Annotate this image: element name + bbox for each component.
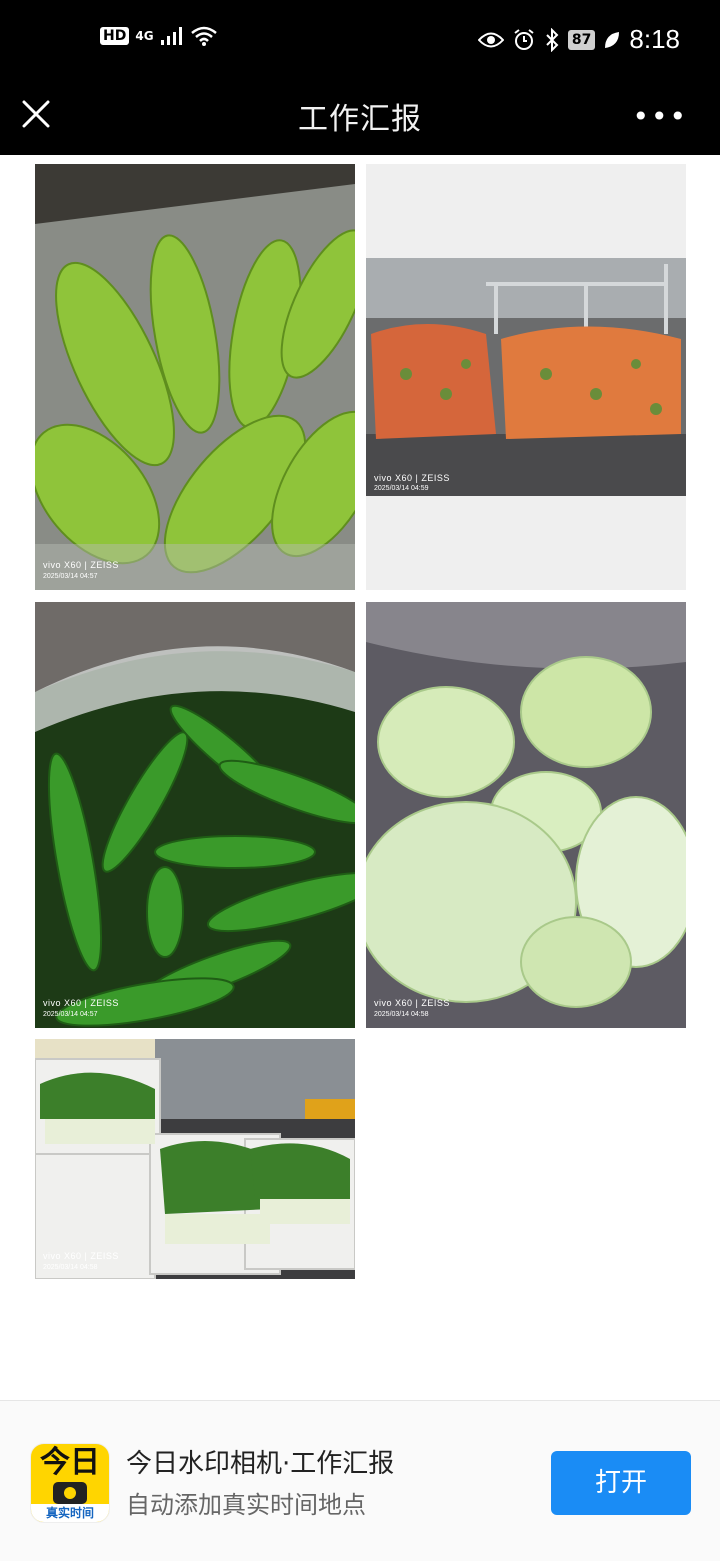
more-options-button[interactable]: •••	[632, 100, 688, 133]
photo-brand-watermark: vivo X60 | ZEISS	[374, 473, 450, 483]
status-left: HD 4G	[100, 26, 218, 46]
app-promo-banner: 今日 真实时间 今日水印相机·工作汇报 自动添加真实时间地点 打开	[0, 1400, 720, 1561]
app-icon[interactable]: 今日 真实时间	[30, 1443, 110, 1523]
photo-bok-choy[interactable]: vivo X60 | ZEISS 2025/03/14 04:58	[35, 1039, 355, 1279]
photo-brand-watermark: vivo X60 | ZEISS	[43, 560, 119, 570]
photo-date-watermark: 2025/03/14 04:58	[43, 1264, 98, 1271]
green-peppers-image	[35, 602, 355, 1028]
network-type: 4G	[135, 29, 154, 43]
photo-brand-watermark: vivo X60 | ZEISS	[374, 998, 450, 1008]
photo-date-watermark: 2025/03/14 04:59	[374, 485, 429, 492]
photo-date-watermark: 2025/03/14 04:58	[374, 1011, 429, 1018]
status-bar: HD 4G 87 8:18	[0, 0, 720, 84]
app-icon-text: 今日	[40, 1445, 100, 1480]
photo-bitter-melon[interactable]: vivo X60 | ZEISS 2025/03/14 04:57	[35, 164, 355, 590]
bluetooth-icon	[546, 27, 559, 52]
wifi-icon	[190, 26, 217, 46]
eye-icon	[477, 32, 504, 47]
page-title: 工作汇报	[298, 102, 422, 137]
app-icon-tag: 真实时间	[31, 1504, 109, 1522]
navigation-bar: 工作汇报 •••	[0, 84, 720, 155]
photo-date-watermark: 2025/03/14 04:57	[43, 573, 98, 580]
photo-brand-watermark: vivo X60 | ZEISS	[43, 1251, 119, 1261]
battery-icon: 87	[567, 29, 596, 50]
alarm-icon	[514, 28, 534, 50]
clock: 8:18	[629, 24, 680, 54]
leaf-icon	[605, 31, 620, 48]
photo-brand-watermark: vivo X60 | ZEISS	[43, 998, 119, 1008]
cabbage-image	[366, 602, 686, 1028]
status-right: 87 8:18	[477, 24, 680, 55]
app-subtitle: 自动添加真实时间地点	[126, 1491, 366, 1519]
photo-date-watermark: 2025/03/14 04:57	[43, 1011, 98, 1018]
camera-icon	[53, 1482, 87, 1504]
bok-choy-image	[35, 1039, 355, 1279]
carrots-image	[366, 164, 686, 590]
photo-cabbage[interactable]: vivo X60 | ZEISS 2025/03/14 04:58	[366, 602, 686, 1028]
photo-carrots[interactable]: vivo X60 | ZEISS 2025/03/14 04:59	[366, 164, 686, 590]
bitter-melon-image	[35, 164, 355, 590]
signal-icon	[160, 27, 182, 45]
hd-badge: HD	[100, 27, 130, 45]
photo-green-peppers[interactable]: vivo X60 | ZEISS 2025/03/14 04:57	[35, 602, 355, 1028]
app-title: 今日水印相机·工作汇报	[126, 1449, 395, 1479]
open-app-button[interactable]: 打开	[551, 1451, 691, 1515]
